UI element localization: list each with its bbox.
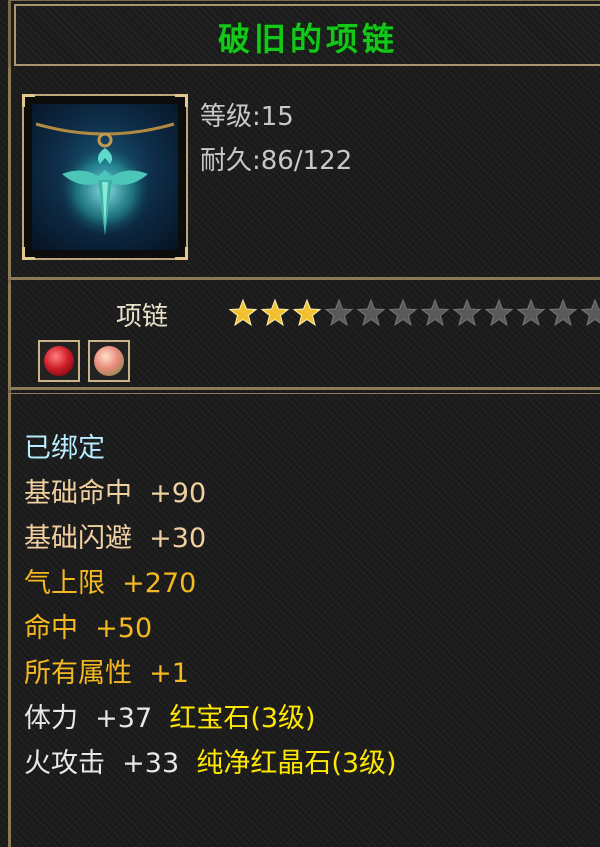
attr-label: 所有属性 [24,658,132,689]
attr-value: +50 [95,613,153,644]
attr-label: 命中 [24,613,78,644]
frame-corner [175,94,188,107]
star-filled-icon [228,298,258,327]
pink-gem-icon [94,346,124,376]
gem-name: 红宝石(3级) [169,703,316,734]
attr-fire-attack: 火攻击 +33 纯净红晶石(3级) [24,741,397,780]
star-empty-icon [388,298,418,327]
attr-all-attributes: 所有属性 +1 [24,651,189,690]
attr-label: 火攻击 [24,748,105,779]
attr-label: 气上限 [24,568,105,599]
attr-label: 体力 [24,703,78,734]
star-filled-icon [260,298,290,327]
attr-label: 基础闪避 [24,523,132,554]
gem-slot-1[interactable] [38,340,80,382]
necklace-icon [32,104,178,250]
item-durability: 耐久:86/122 [200,146,353,176]
attr-value: +270 [122,568,197,599]
star-empty-icon [484,298,514,327]
attr-base-hit: 基础命中 +90 [24,471,206,510]
attr-base-dodge: 基础闪避 +30 [24,516,206,555]
bound-status: 已绑定 [24,433,105,464]
star-empty-icon [324,298,354,327]
attr-stamina: 体力 +37 红宝石(3级) [24,696,316,735]
item-type: 项链 [116,302,169,332]
star-filled-icon [292,298,322,327]
attr-value: +33 [122,748,180,779]
frame-corner [22,94,35,107]
star-empty-icon [516,298,546,327]
attr-hit: 命中 +50 [24,606,152,645]
star-empty-icon [548,298,578,327]
frame-corner [22,247,35,260]
attr-qi-cap: 气上限 +270 [24,561,196,600]
attr-value: +1 [149,658,189,689]
star-empty-icon [452,298,482,327]
title-bar: 破旧的项链 [14,4,600,66]
gem-slot-2[interactable] [88,340,130,382]
red-gem-icon [44,346,74,376]
frame-corner [175,247,188,260]
gem-name: 纯净红晶石(3级) [196,748,397,779]
attr-value: +90 [149,478,207,509]
attr-value: +37 [95,703,153,734]
attr-label: 基础命中 [24,478,132,509]
item-name: 破旧的项链 [217,20,398,58]
attr-value: +30 [149,523,207,554]
item-level: 等级:15 [200,102,294,132]
star-empty-icon [420,298,450,327]
star-empty-icon [580,298,600,327]
star-empty-icon [356,298,386,327]
item-icon-frame[interactable] [22,94,188,260]
